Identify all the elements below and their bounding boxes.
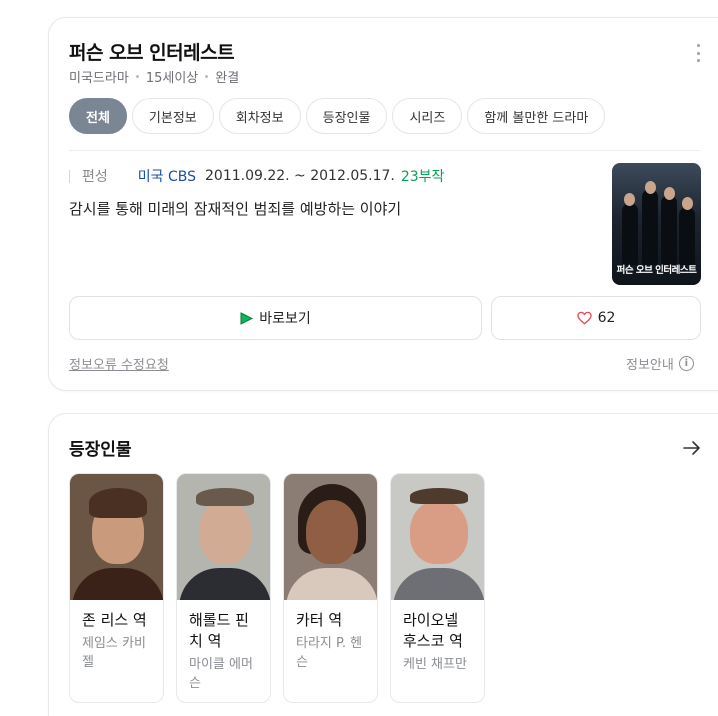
meta-rating: 15세이상 xyxy=(145,71,199,86)
info-guide-label: 정보안내 xyxy=(626,358,674,373)
episode-count[interactable]: 23부작 xyxy=(401,166,445,186)
actor-photo xyxy=(284,474,377,600)
photo-face xyxy=(409,500,468,564)
heart-icon xyxy=(576,311,592,325)
cast-card-item[interactable]: 존 리스 역 제임스 카비젤 xyxy=(69,473,164,703)
watch-button[interactable]: 바로보기 xyxy=(69,296,482,340)
cast-card: 등장인물 존 리스 역 제임스 카비젤 해롤드 핀치 역 마이클 에머슨 카터 … xyxy=(48,413,718,716)
cast-actor: 케빈 채프만 xyxy=(403,657,467,672)
cast-role: 존 리스 역 xyxy=(82,611,147,629)
air-dates: 2011.09.22. ~ 2012.05.17. xyxy=(205,168,395,184)
cast-list: 존 리스 역 제임스 카비젤 해롤드 핀치 역 마이클 에머슨 카터 역 타라지… xyxy=(69,473,485,703)
more-options-icon[interactable] xyxy=(695,44,701,62)
cast-card-item[interactable]: 카터 역 타라지 P. 헨슨 xyxy=(283,473,378,703)
photo-hair xyxy=(88,488,147,518)
tab-basic-info[interactable]: 기본정보 xyxy=(131,98,214,134)
poster-figure-head xyxy=(645,181,656,194)
photo-face xyxy=(305,500,358,564)
synopsis: 감시를 통해 미래의 잠재적인 범죄를 예방하는 이야기 xyxy=(69,200,402,218)
actor-photo xyxy=(177,474,270,600)
divider xyxy=(69,150,700,151)
info-icon: i xyxy=(678,356,694,371)
cast-actor: 타라지 P. 헨슨 xyxy=(296,636,363,670)
poster-figure-head xyxy=(682,197,693,210)
broadcast-label: 편성 xyxy=(82,169,108,185)
poster-figure xyxy=(661,195,677,265)
cast-actor: 제임스 카비젤 xyxy=(82,636,146,670)
poster-figure xyxy=(679,207,695,265)
tab-all[interactable]: 전체 xyxy=(69,98,127,134)
info-guide-link[interactable]: 정보안내 i xyxy=(626,354,694,373)
cast-role: 해롤드 핀치 역 xyxy=(189,611,249,650)
photo-body xyxy=(392,568,484,600)
tab-episodes[interactable]: 회차정보 xyxy=(218,98,301,134)
cast-role: 라이오넬 후스코 역 xyxy=(403,611,463,650)
cast-card-item[interactable]: 라이오넬 후스코 역 케빈 채프만 xyxy=(390,473,485,703)
play-icon xyxy=(240,311,254,325)
actor-photo xyxy=(70,474,163,600)
tab-recommended[interactable]: 함께 볼만한 드라마 xyxy=(467,98,606,134)
actor-photo xyxy=(391,474,484,600)
tab-series[interactable]: 시리즈 xyxy=(392,98,463,134)
photo-body xyxy=(285,568,377,600)
drama-info-card: 퍼슨 오브 인터레스트 미국드라마 15세이상 완결 전체 기본정보 회차정보 … xyxy=(48,17,718,391)
broadcast-info: 편성 미국 CBS 2011.09.22. ~ 2012.05.17. 23부작 xyxy=(69,166,444,186)
report-error-link[interactable]: 정보오류 수정요청 xyxy=(69,354,169,373)
drama-poster-image[interactable]: 퍼슨 오브 인터레스트 xyxy=(612,163,701,285)
poster-figure-head xyxy=(624,193,635,206)
photo-body xyxy=(178,568,270,600)
like-count: 62 xyxy=(597,310,616,326)
meta-genre: 미국드라마 xyxy=(69,71,129,86)
cast-card-item[interactable]: 해롤드 핀치 역 마이클 에머슨 xyxy=(176,473,271,703)
photo-body xyxy=(71,568,163,600)
drama-meta: 미국드라마 15세이상 완결 xyxy=(69,67,239,86)
tab-bar: 전체 기본정보 회차정보 등장인물 시리즈 함께 볼만한 드라마 xyxy=(69,98,606,134)
watch-label: 바로보기 xyxy=(259,311,311,327)
photo-face xyxy=(198,500,251,564)
label-bar xyxy=(69,169,70,183)
photo-hair xyxy=(195,488,254,506)
poster-figure xyxy=(622,203,638,265)
poster-figure xyxy=(642,189,658,265)
separator-dot xyxy=(135,75,139,78)
tab-cast[interactable]: 등장인물 xyxy=(305,98,388,134)
poster-figure-head xyxy=(664,187,675,200)
separator-dot xyxy=(205,75,209,78)
drama-title[interactable]: 퍼슨 오브 인터레스트 xyxy=(69,38,235,65)
arrow-right-icon[interactable] xyxy=(683,440,701,456)
network-link[interactable]: 미국 CBS xyxy=(138,166,196,186)
meta-status: 완결 xyxy=(215,71,240,86)
photo-hair xyxy=(409,488,468,504)
cast-role: 카터 역 xyxy=(296,611,343,629)
cast-actor: 마이클 에머슨 xyxy=(189,657,253,691)
cast-section-title[interactable]: 등장인물 xyxy=(69,435,132,460)
poster-title: 퍼슨 오브 인터레스트 xyxy=(616,265,697,276)
like-button[interactable]: 62 xyxy=(491,296,701,340)
